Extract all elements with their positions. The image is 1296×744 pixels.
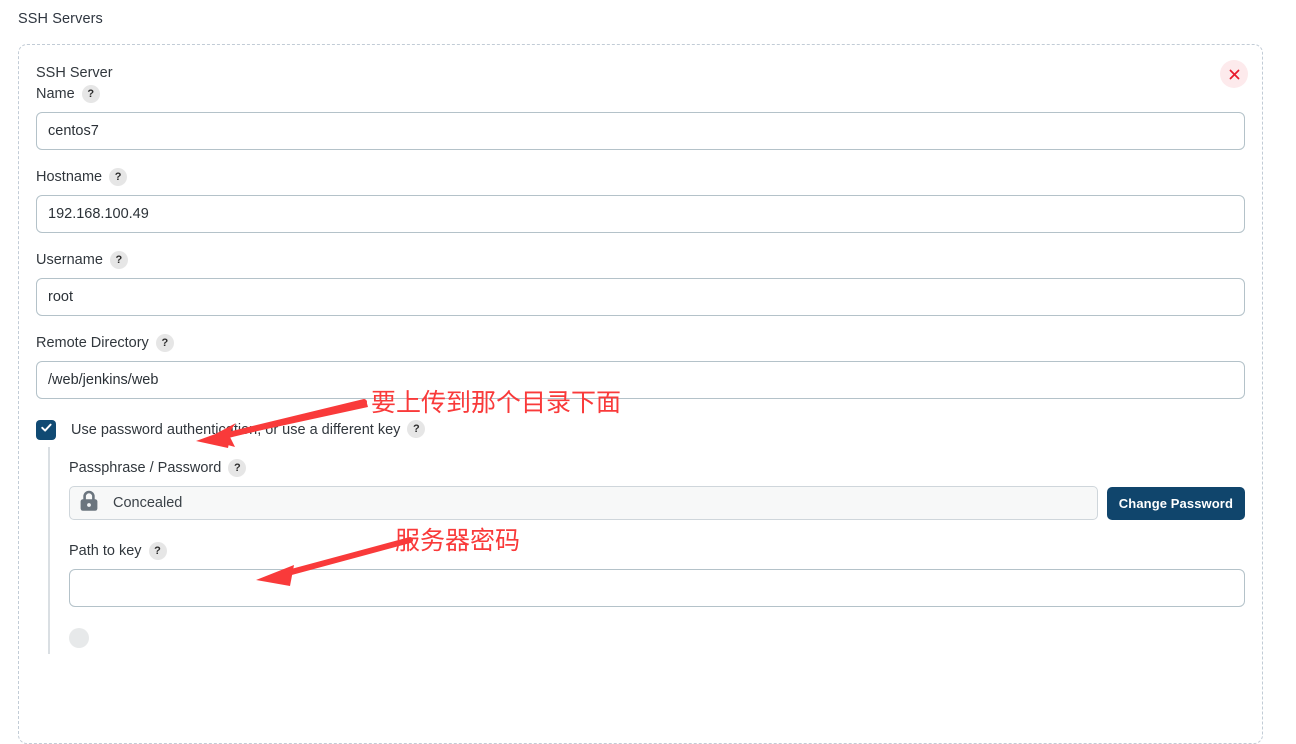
username-label: Username bbox=[36, 252, 103, 268]
username-label-row: Username? bbox=[36, 250, 1245, 271]
page-title: SSH Servers bbox=[18, 11, 103, 27]
passphrase-label: Passphrase / Password bbox=[69, 460, 222, 476]
password-auth-section: Passphrase / Password? Concealed Change … bbox=[48, 447, 1245, 654]
remote-directory-label: Remote Directory bbox=[36, 335, 149, 351]
password-auth-row[interactable]: Use password authentication, or use a di… bbox=[36, 420, 1245, 440]
lock-icon bbox=[78, 489, 100, 518]
path-to-key-label-row: Path to key? bbox=[69, 541, 1245, 562]
hostname-label: Hostname bbox=[36, 169, 103, 185]
passphrase-label-row: Passphrase / Password? bbox=[69, 458, 1245, 479]
remote-directory-label-row: Remote Directory? bbox=[36, 333, 1245, 354]
passphrase-help-icon[interactable]: ? bbox=[228, 458, 247, 477]
password-auth-checkbox[interactable] bbox=[36, 420, 56, 440]
field-remote-directory: Remote Directory? bbox=[36, 333, 1245, 399]
passphrase-row: Concealed Change Password bbox=[69, 486, 1245, 520]
passphrase-concealed-box[interactable]: Concealed bbox=[69, 486, 1098, 520]
ssh-server-form: SSH Server Name? Hostname? Username? Rem… bbox=[36, 63, 1245, 654]
hostname-help-icon[interactable]: ? bbox=[109, 167, 128, 186]
path-to-key-input[interactable] bbox=[69, 569, 1245, 607]
checkmark-icon bbox=[40, 421, 53, 439]
server-name-label-line2: Name bbox=[36, 86, 75, 102]
hostname-input[interactable] bbox=[36, 195, 1245, 233]
username-input[interactable] bbox=[36, 278, 1245, 316]
passphrase-value: Concealed bbox=[113, 495, 183, 511]
next-option-control[interactable] bbox=[69, 628, 89, 648]
field-path-to-key: Path to key? bbox=[69, 541, 1245, 607]
field-hostname: Hostname? bbox=[36, 167, 1245, 233]
password-auth-label: Use password authentication, or use a di… bbox=[71, 422, 401, 438]
field-username: Username? bbox=[36, 250, 1245, 316]
username-help-icon[interactable]: ? bbox=[109, 250, 128, 269]
path-to-key-help-icon[interactable]: ? bbox=[148, 541, 167, 560]
ssh-server-panel: SSH Server Name? Hostname? Username? Rem… bbox=[18, 44, 1263, 744]
remote-directory-help-icon[interactable]: ? bbox=[155, 333, 174, 352]
hostname-label-row: Hostname? bbox=[36, 167, 1245, 188]
field-server-name: SSH Server Name? bbox=[36, 63, 1245, 150]
remote-directory-input[interactable] bbox=[36, 361, 1245, 399]
password-auth-help-icon[interactable]: ? bbox=[407, 420, 426, 438]
server-name-label-line1: SSH Server bbox=[36, 65, 113, 81]
server-name-input[interactable] bbox=[36, 112, 1245, 150]
server-name-label-row: SSH Server Name? bbox=[36, 63, 146, 105]
change-password-button[interactable]: Change Password bbox=[1106, 486, 1245, 520]
server-name-help-icon[interactable]: ? bbox=[81, 84, 100, 103]
field-passphrase: Passphrase / Password? Concealed Change … bbox=[69, 458, 1245, 520]
path-to-key-label: Path to key bbox=[69, 543, 142, 559]
